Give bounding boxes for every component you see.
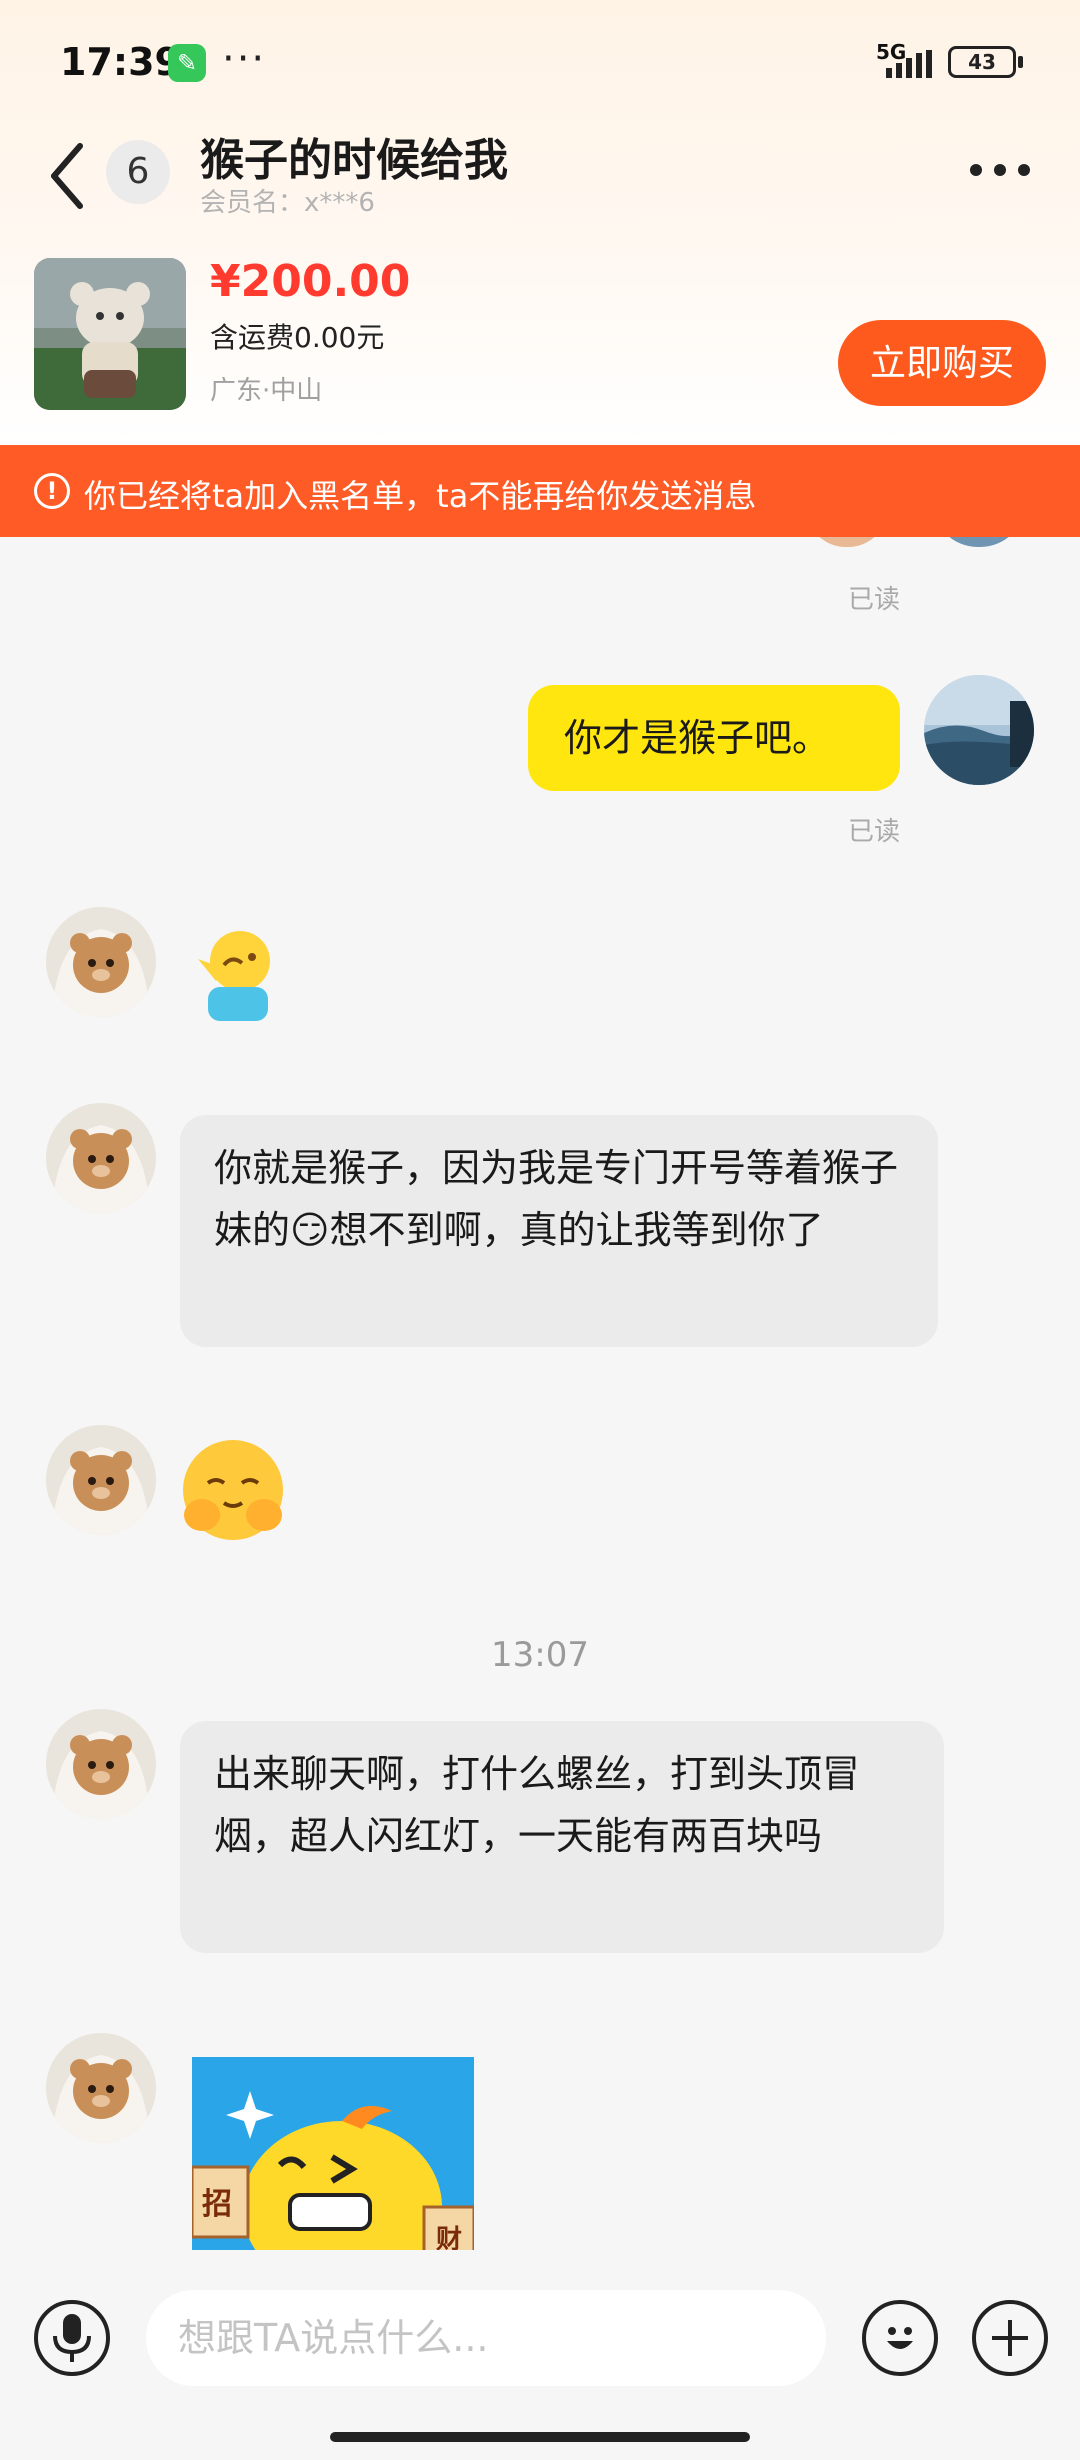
emoji-sticker[interactable] xyxy=(186,925,282,1021)
home-indicator[interactable] xyxy=(330,2432,750,2442)
back-arrow-icon[interactable] xyxy=(44,136,94,216)
product-price: ¥200.00 xyxy=(210,256,411,307)
time-divider: 13:07 xyxy=(491,1635,589,1675)
contact-message-bubble[interactable]: 出来聊天啊，打什么螺丝，打到头顶冒烟，超人闪红灯，一天能有两百块吗 xyxy=(180,1721,944,1953)
status-bar: 17:39 ✎ ··· 5G 43 xyxy=(0,0,1080,120)
blacklist-warning-banner: ! 你已经将ta加入黑名单，ta不能再给你发送消息 xyxy=(0,445,1080,537)
contact-avatar[interactable] xyxy=(46,1709,156,1819)
contact-message-text: 你就是猴子，因为我是专门开号等着猴子妹的😏想不到啊，真的让我等到你了 xyxy=(214,1146,899,1252)
add-more-button[interactable] xyxy=(972,2300,1048,2376)
microphone-icon xyxy=(53,2314,91,2362)
partial-avatar xyxy=(932,537,1026,547)
voice-input-button[interactable] xyxy=(34,2300,110,2376)
product-card[interactable]: ¥200.00 含运费0.00元 广东·中山 立即购买 xyxy=(0,250,1080,425)
signal-icon xyxy=(886,50,932,78)
status-time: 17:39 xyxy=(60,40,181,84)
contact-avatar[interactable] xyxy=(46,1425,156,1535)
message-input[interactable] xyxy=(146,2290,826,2386)
buy-now-button[interactable]: 立即购买 xyxy=(838,320,1046,406)
chat-message-list[interactable]: 已读 你才是猴子吧。 已读 你就是猴子，因为我是专门开号等着猴子妹的😏想不到啊，… xyxy=(0,537,1080,2250)
chat-header: 6 猴子的时候给我 会员名：x***6 xyxy=(0,120,1080,240)
sticker-label-left: 招 xyxy=(202,2187,232,2222)
fortune-sticker-image[interactable]: 招 财 xyxy=(192,2057,474,2250)
battery-icon: 43 xyxy=(948,46,1016,78)
more-notifications-icon: ··· xyxy=(222,36,267,82)
smiley-icon xyxy=(887,2327,913,2349)
product-shipping: 含运费0.00元 xyxy=(210,321,385,354)
contact-message-bubble[interactable]: 你就是猴子，因为我是专门开号等着猴子妹的😏想不到啊，真的让我等到你了 xyxy=(180,1115,938,1347)
message-composer xyxy=(0,2250,1080,2460)
wrench-app-icon: ✎ xyxy=(168,44,206,82)
battery-tip xyxy=(1018,56,1023,68)
more-options-icon[interactable] xyxy=(970,146,1050,196)
contact-message-text: 出来聊天啊，打什么螺丝，打到头顶冒烟，超人闪红灯，一天能有两百块吗 xyxy=(214,1752,861,1858)
contact-avatar[interactable] xyxy=(46,2033,156,2143)
partial-sticker xyxy=(806,537,888,547)
self-message-text: 你才是猴子吧。 xyxy=(564,716,831,760)
read-status: 已读 xyxy=(848,817,901,847)
alert-icon: ! xyxy=(34,473,70,509)
plus-icon xyxy=(992,2320,1028,2356)
contact-avatar[interactable] xyxy=(46,1103,156,1213)
sticker-label-right: 财 xyxy=(436,2225,463,2250)
contact-avatar[interactable] xyxy=(46,907,156,1017)
unread-count-badge[interactable]: 6 xyxy=(106,140,170,204)
product-image[interactable] xyxy=(34,258,186,410)
member-name: 会员名：x***6 xyxy=(200,188,375,218)
read-status: 已读 xyxy=(848,585,901,615)
warning-text: 你已经将ta加入黑名单，ta不能再给你发送消息 xyxy=(84,477,757,515)
blushing-emoji[interactable] xyxy=(180,1437,286,1543)
emoji-button[interactable] xyxy=(862,2300,938,2376)
contact-name: 猴子的时候给我 xyxy=(200,135,508,186)
product-location: 广东·中山 xyxy=(210,376,323,406)
self-message-bubble[interactable]: 你才是猴子吧。 xyxy=(528,685,900,791)
self-avatar[interactable] xyxy=(924,675,1034,785)
